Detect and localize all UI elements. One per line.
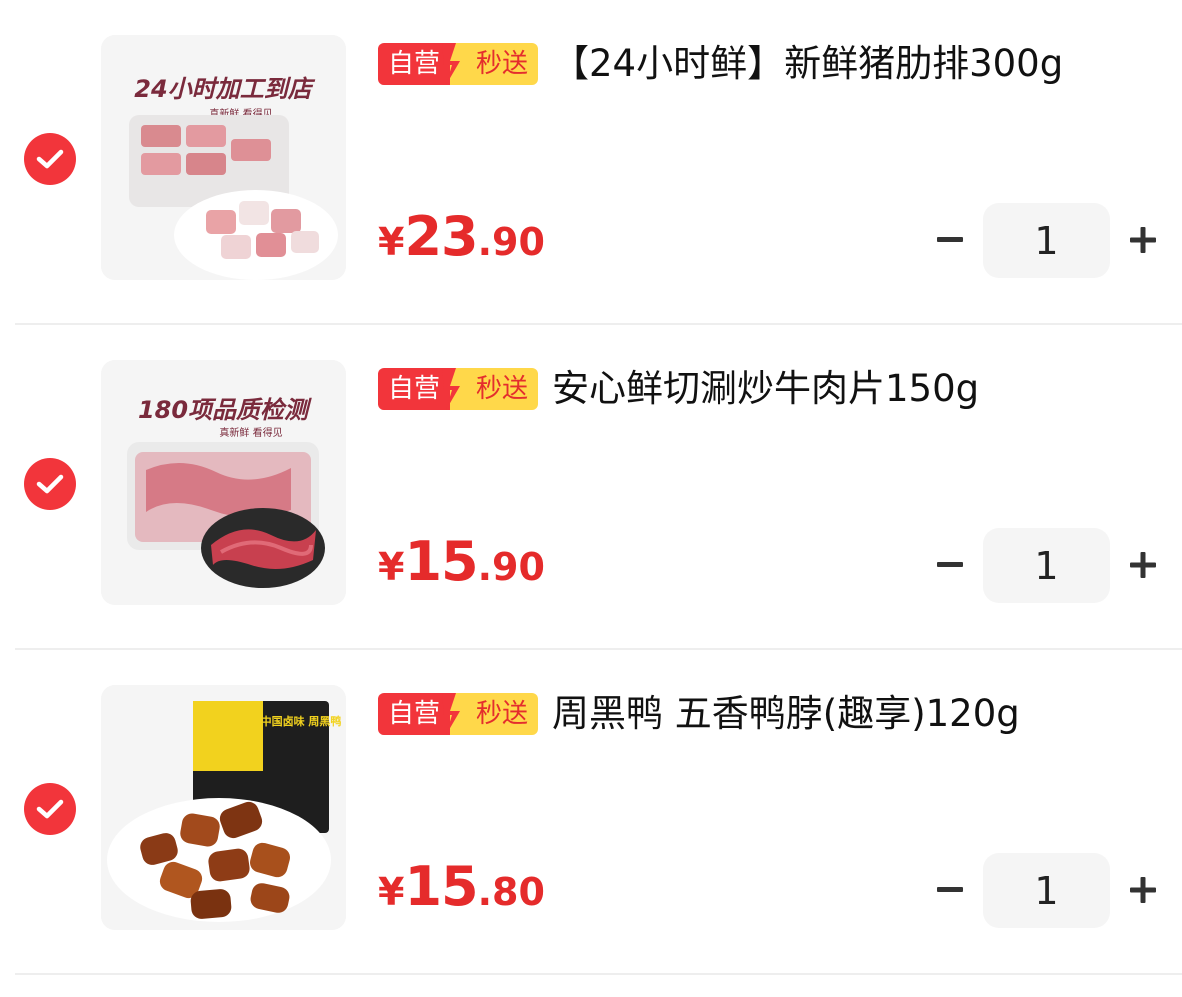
checkmark-icon bbox=[36, 474, 64, 494]
plus-icon bbox=[1130, 552, 1156, 578]
price-integer: 23 bbox=[404, 205, 478, 268]
checkmark-icon bbox=[36, 799, 64, 819]
price-decimal: .90 bbox=[477, 220, 545, 264]
tag-group: 自营 秒送 bbox=[378, 693, 539, 735]
cart-item: 中国卤味 周黑鸭 自营 秒送 周黑鸭 五香鸭脖(趣享)120g ¥15.80 1 bbox=[0, 650, 1182, 975]
minus-icon bbox=[937, 562, 963, 567]
product-title[interactable]: 【24小时鲜】新鲜猪肋排300g bbox=[552, 40, 1063, 88]
flash-delivery-label: 秒送 bbox=[476, 49, 529, 79]
checkmark-icon bbox=[36, 149, 64, 169]
decrease-quantity-button[interactable] bbox=[930, 870, 970, 910]
image-sub: 真新鲜 看得见 bbox=[219, 426, 282, 439]
price-integer: 15 bbox=[404, 530, 478, 593]
increase-quantity-button[interactable] bbox=[1123, 220, 1163, 260]
image-banner: 180项品质检测 bbox=[138, 396, 312, 424]
selected-checkbox[interactable] bbox=[24, 458, 76, 510]
quantity-field[interactable]: 1 bbox=[983, 203, 1110, 278]
self-operated-tag: 自营 bbox=[378, 693, 451, 735]
price-decimal: .90 bbox=[477, 545, 545, 589]
product-image[interactable]: 中国卤味 周黑鸭 bbox=[101, 685, 346, 930]
product-price: ¥15.80 bbox=[378, 855, 545, 918]
product-title[interactable]: 周黑鸭 五香鸭脖(趣享)120g bbox=[552, 690, 1020, 738]
selected-checkbox[interactable] bbox=[24, 783, 76, 835]
price-integer: 15 bbox=[404, 855, 478, 918]
image-banner: 中国卤味 周黑鸭 bbox=[261, 714, 342, 728]
plus-icon bbox=[1130, 877, 1156, 903]
increase-quantity-button[interactable] bbox=[1123, 870, 1163, 910]
flash-delivery-label: 秒送 bbox=[476, 699, 529, 729]
price-currency: ¥ bbox=[378, 220, 405, 264]
lightning-icon bbox=[442, 43, 461, 85]
price-currency: ¥ bbox=[378, 545, 405, 589]
price-decimal: .80 bbox=[477, 870, 545, 914]
duck-neck-image: 中国卤味 周黑鸭 bbox=[101, 685, 346, 930]
image-banner: 24小时加工到店 bbox=[134, 75, 315, 103]
self-operated-tag: 自营 bbox=[378, 368, 451, 410]
product-price: ¥23.90 bbox=[378, 205, 545, 268]
flash-delivery-tag: 秒送 bbox=[442, 693, 539, 735]
tag-group: 自营 秒送 bbox=[378, 43, 539, 85]
quantity-field[interactable]: 1 bbox=[983, 853, 1110, 928]
flash-delivery-tag: 秒送 bbox=[442, 368, 539, 410]
product-image[interactable]: 24小时加工到店 真新鲜 看得见 bbox=[101, 35, 346, 280]
decrease-quantity-button[interactable] bbox=[930, 220, 970, 260]
cart-item: 24小时加工到店 真新鲜 看得见 自营 秒送 【24小时鲜】新鲜猪肋排300g … bbox=[0, 0, 1182, 325]
self-operated-tag: 自营 bbox=[378, 43, 451, 85]
product-price: ¥15.90 bbox=[378, 530, 545, 593]
beef-slices-image: 180项品质检测 真新鲜 看得见 bbox=[101, 360, 346, 605]
product-image[interactable]: 180项品质检测 真新鲜 看得见 bbox=[101, 360, 346, 605]
flash-delivery-tag: 秒送 bbox=[442, 43, 539, 85]
cart-list: 24小时加工到店 真新鲜 看得见 自营 秒送 【24小时鲜】新鲜猪肋排300g … bbox=[0, 0, 1182, 975]
minus-icon bbox=[937, 887, 963, 892]
lightning-icon bbox=[442, 693, 461, 735]
product-title[interactable]: 安心鲜切涮炒牛肉片150g bbox=[552, 365, 979, 413]
tag-group: 自营 秒送 bbox=[378, 368, 539, 410]
lightning-icon bbox=[442, 368, 461, 410]
decrease-quantity-button[interactable] bbox=[930, 545, 970, 585]
price-currency: ¥ bbox=[378, 870, 405, 914]
plus-icon bbox=[1130, 227, 1156, 253]
minus-icon bbox=[937, 237, 963, 242]
flash-delivery-label: 秒送 bbox=[476, 374, 529, 404]
pork-ribs-image: 24小时加工到店 真新鲜 看得见 bbox=[101, 35, 346, 280]
increase-quantity-button[interactable] bbox=[1123, 545, 1163, 585]
selected-checkbox[interactable] bbox=[24, 133, 76, 185]
quantity-field[interactable]: 1 bbox=[983, 528, 1110, 603]
cart-item: 180项品质检测 真新鲜 看得见 自营 秒送 安心鲜切涮炒牛肉片150g ¥15… bbox=[0, 325, 1182, 650]
